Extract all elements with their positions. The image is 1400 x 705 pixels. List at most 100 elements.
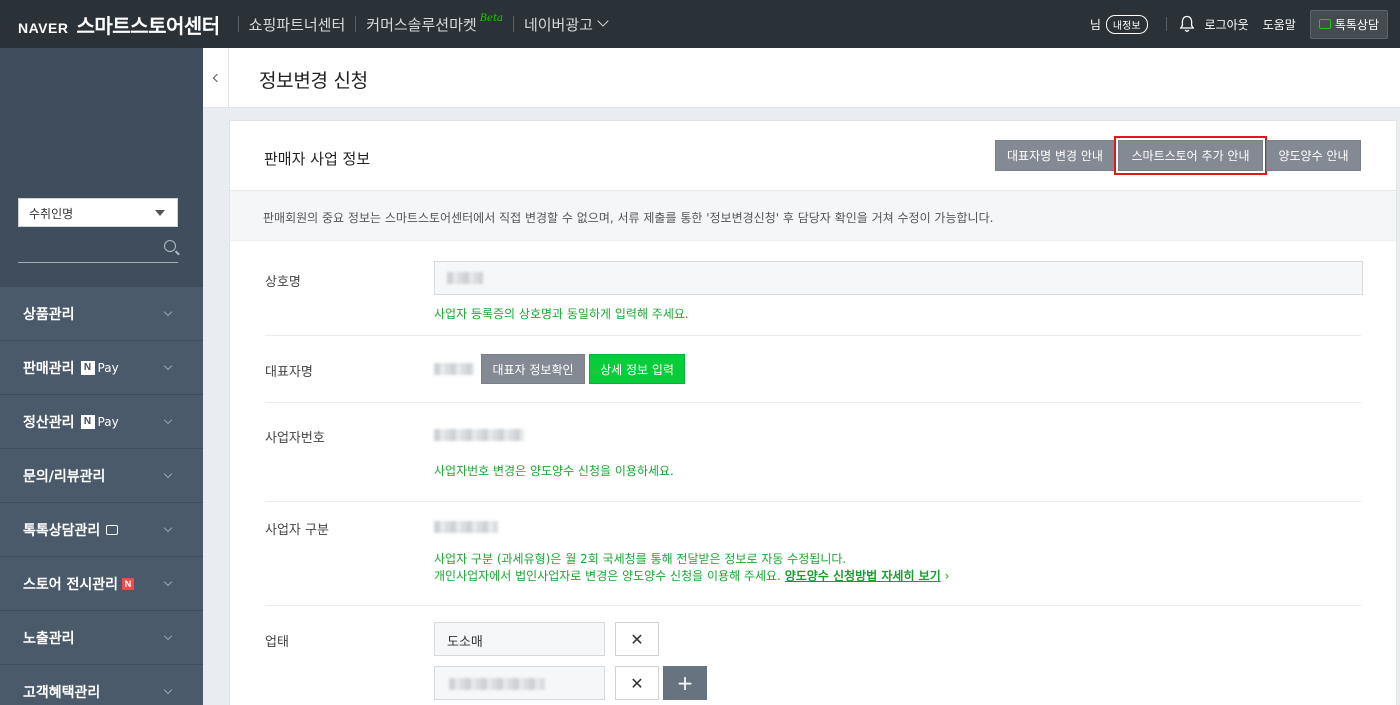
card-header-buttons: 대표자명 변경 안내 스마트스토어 추가 안내 양도양수 안내 <box>992 136 1361 175</box>
chevron-down-icon <box>163 577 173 587</box>
sidebar-item-store-display[interactable]: 스토어 전시관리 N <box>0 557 203 611</box>
sidebar-item-label: 톡톡상담관리 <box>23 522 101 539</box>
chevron-down-icon <box>163 469 173 479</box>
npay-label: Pay <box>97 414 119 429</box>
page-header: 정보변경 신청 <box>229 48 1400 108</box>
sidebar-item-products[interactable]: 상품관리 <box>0 287 203 341</box>
nav-naver-ads[interactable]: 네이버광고 <box>523 14 609 35</box>
detail-info-input-button[interactable]: 상세 정보 입력 <box>589 354 685 384</box>
naver-logo: NAVER <box>18 19 69 36</box>
npay-n-icon: N <box>80 414 95 429</box>
top-right-area: 님 내정보 로그아웃 도움말 톡톡상담 <box>1089 9 1400 39</box>
brand-title: 스마트스토어센터 <box>76 13 220 38</box>
chevron-down-icon <box>163 685 173 695</box>
logout-link[interactable]: 로그아웃 <box>1205 16 1249 33</box>
chevron-left-icon <box>212 73 222 82</box>
page-title: 정보변경 신청 <box>259 70 368 92</box>
sidebar-item-inquiries[interactable]: 문의/리뷰관리 <box>0 449 203 503</box>
store-select[interactable]: 수취인명 <box>18 198 178 227</box>
row-business-number: 사업자번호 사업자번호 변경은 양도양수 신청을 이용하세요. <box>265 403 1361 502</box>
user-name-suffix: 님 <box>1089 17 1101 32</box>
business-type-label: 사업자 구분 <box>265 523 329 538</box>
business-number-label: 사업자번호 <box>265 431 325 446</box>
redacted-ceo-name <box>434 363 474 375</box>
npay-n-icon: N <box>80 360 95 375</box>
sidebar-top: 수취인명 <box>0 48 203 287</box>
chevron-down-icon <box>163 523 173 533</box>
add-industry-button[interactable]: + <box>663 666 707 700</box>
nav-shopping-partner[interactable]: 쇼핑파트너센터 <box>249 14 346 35</box>
my-info-button[interactable]: 내정보 <box>1105 14 1148 34</box>
nav-separator <box>355 16 357 32</box>
talk-consult-label: 톡톡상담 <box>1334 17 1379 32</box>
sidebar-item-label: 스토어 전시관리 <box>23 576 119 593</box>
sidebar-item-benefits[interactable]: 고객혜택관리 <box>0 665 203 705</box>
top-bar: NAVER 스마트스토어센터 쇼핑파트너센터 커머스솔루션마켓 Beta 네이버… <box>0 0 1400 48</box>
top-nav: 쇼핑파트너센터 커머스솔루션마켓 Beta 네이버광고 <box>228 13 609 35</box>
talk-consult-button[interactable]: 톡톡상담 <box>1309 9 1388 39</box>
chevron-down-icon <box>597 15 609 27</box>
row-company-name: 상호명 사업자 등록증의 상호명과 동일하게 입력해 주세요. <box>265 241 1363 336</box>
search-icon[interactable] <box>164 240 176 252</box>
npay-badge: N Pay <box>80 414 119 429</box>
chevron-down-icon <box>163 631 173 641</box>
notice-text: 판매회원의 중요 정보는 스마트스토어센터에서 직접 변경할 수 없으며, 서류… <box>230 191 1396 241</box>
sidebar-item-label: 노출관리 <box>23 630 75 647</box>
ceo-info-check-button[interactable]: 대표자 정보확인 <box>481 354 585 384</box>
sidebar-collapse-button[interactable] <box>203 48 229 108</box>
seller-business-info-card: 판매자 사업 정보 대표자명 변경 안내 스마트스토어 추가 안내 양도양수 안… <box>229 120 1397 705</box>
business-number-help: 사업자번호 변경은 양도양수 신청을 이용하세요. <box>434 464 674 478</box>
nav-separator <box>512 16 514 32</box>
form-rows: 상호명 사업자 등록증의 상호명과 동일하게 입력해 주세요. 대표자명 대표자… <box>230 241 1396 705</box>
business-type-help: 사업자 구분 (과세유형)은 월 2회 국세청를 통해 전달받은 정보로 자동 … <box>434 551 949 585</box>
row-industry: 업태 도소매 ✕ ✕ + <box>265 606 1361 705</box>
transfer-method-link[interactable]: 양도양수 신청방법 자세히 보기 <box>785 569 941 583</box>
remove-industry-2-button[interactable]: ✕ <box>615 666 659 700</box>
nav-naver-ads-label: 네이버광고 <box>523 15 593 34</box>
redacted-business-number <box>434 429 524 441</box>
chevron-down-icon <box>163 307 173 317</box>
industry-field-2[interactable] <box>434 666 605 700</box>
sidebar-item-talk[interactable]: 톡톡상담관리 <box>0 503 203 557</box>
brand[interactable]: NAVER 스마트스토어센터 <box>0 10 220 39</box>
talk-icon <box>1318 19 1331 29</box>
top-separator <box>1165 17 1167 31</box>
industry-field-1[interactable]: 도소매 <box>434 622 605 656</box>
sidebar-item-label: 상품관리 <box>23 306 75 323</box>
sidebar-item-exposure[interactable]: 노출관리 <box>0 611 203 665</box>
company-name-label: 상호명 <box>265 275 301 290</box>
company-name-field[interactable] <box>434 261 1363 295</box>
nav-commerce-solution-label: 커머스솔루션마켓 <box>366 15 477 34</box>
close-icon: ✕ <box>630 629 644 649</box>
sidebar-item-sales[interactable]: 판매관리 N Pay <box>0 341 203 395</box>
sidebar-item-label: 정산관리 <box>23 414 75 431</box>
nav-commerce-solution[interactable]: 커머스솔루션마켓 Beta <box>366 13 503 35</box>
npay-badge: N Pay <box>80 360 119 375</box>
transfer-guide-button[interactable]: 양도양수 안내 <box>1266 140 1361 171</box>
redacted-business-type <box>434 521 498 533</box>
industry-label: 업태 <box>265 635 289 650</box>
bell-icon[interactable] <box>1179 15 1195 33</box>
help-link[interactable]: 도움말 <box>1263 16 1296 33</box>
close-icon: ✕ <box>630 673 644 693</box>
sidebar-menu: 상품관리 판매관리 N Pay 정산관리 N Pay 문의/리뷰관리 톡톡상담관리 … <box>0 287 203 705</box>
redacted-value <box>447 272 483 284</box>
store-select-value: 수취인명 <box>29 207 74 221</box>
sidebar-search-input[interactable] <box>18 237 178 263</box>
talk-icon <box>106 524 119 535</box>
business-type-help-text: 개인사업자에서 법인사업자로 변경은 양도양수 신청을 이용해 주세요. <box>434 569 781 583</box>
chevron-down-icon <box>163 361 173 371</box>
sidebar-item-label: 판매관리 <box>23 360 75 377</box>
ceo-change-guide-button[interactable]: 대표자명 변경 안내 <box>995 140 1115 171</box>
npay-label: Pay <box>97 360 119 375</box>
card-title: 판매자 사업 정보 <box>264 150 371 168</box>
nav-separator <box>237 16 239 32</box>
sidebar-item-label: 문의/리뷰관리 <box>23 468 106 485</box>
sidebar-item-settlement[interactable]: 정산관리 N Pay <box>0 395 203 449</box>
remove-industry-1-button[interactable]: ✕ <box>615 622 659 656</box>
add-smartstore-guide-button[interactable]: 스마트스토어 추가 안내 <box>1114 136 1267 175</box>
sidebar-item-label: 고객혜택관리 <box>23 684 101 701</box>
ceo-label: 대표자명 <box>265 365 313 380</box>
business-type-help-line2: 개인사업자에서 법인사업자로 변경은 양도양수 신청을 이용해 주세요. 양도양… <box>434 568 949 585</box>
row-ceo: 대표자명 대표자 정보확인 상세 정보 입력 <box>265 336 1361 403</box>
